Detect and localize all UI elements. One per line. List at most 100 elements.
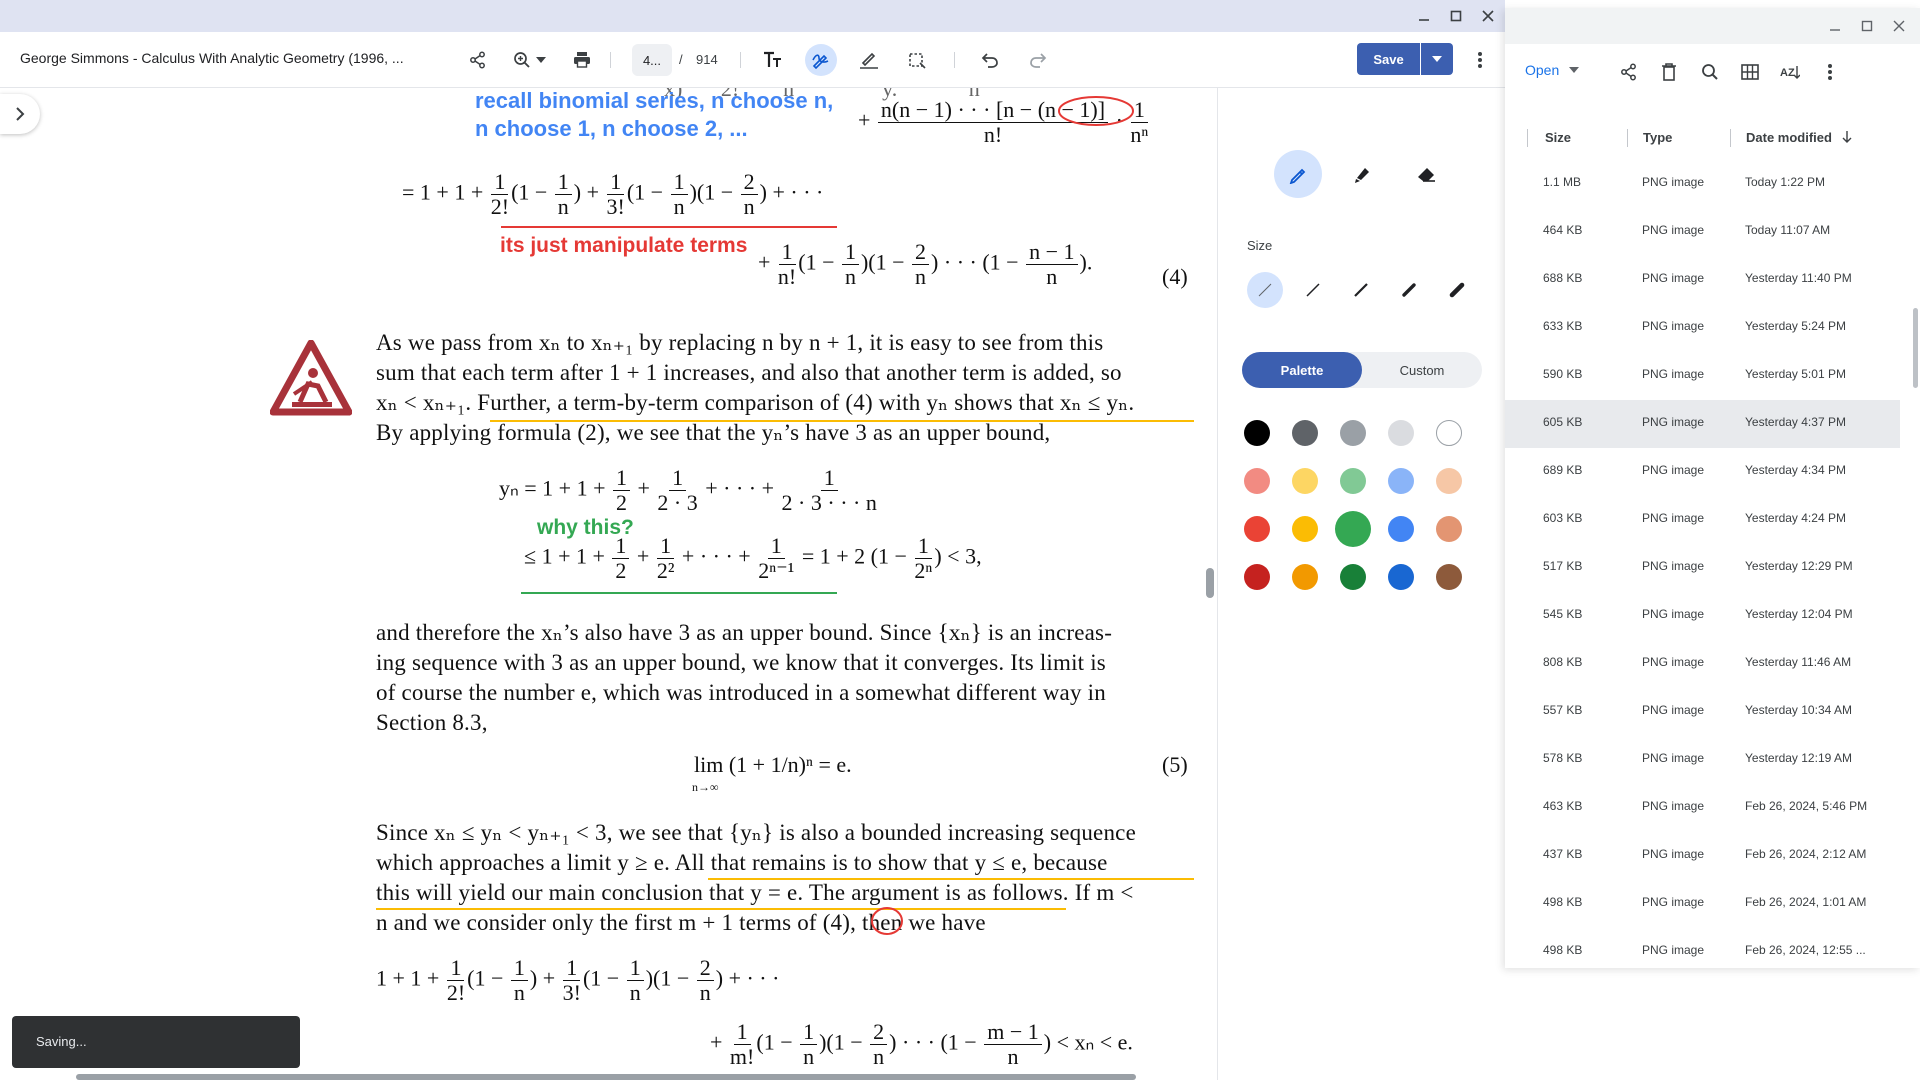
file-size: 464 KB [1543,223,1583,237]
file-type: PNG image [1642,895,1705,909]
save-button[interactable]: Save [1357,43,1420,75]
color-swatch[interactable] [1388,516,1414,542]
file-row[interactable]: 545 KB PNG image Yesterday 12:04 PM [1505,592,1900,640]
color-swatch[interactable] [1244,420,1270,446]
color-swatch[interactable] [1436,564,1462,590]
eraser-tool[interactable] [1402,150,1450,198]
file-date: Today 1:22 PM [1745,175,1826,189]
file-row[interactable]: 603 KB PNG image Yesterday 4:24 PM [1505,496,1900,544]
file-row[interactable]: 517 KB PNG image Yesterday 12:29 PM [1505,544,1900,592]
horizontal-scrollbar[interactable] [76,1074,1136,1080]
size-option-2[interactable] [1295,272,1331,308]
size-option-1[interactable] [1247,272,1283,308]
file-row[interactable]: 498 KB PNG image Feb 26, 2024, 12:55 ... [1505,928,1900,976]
eraser-icon [1418,168,1435,182]
file-row[interactable]: 557 KB PNG image Yesterday 10:34 AM [1505,688,1900,736]
signature-icon[interactable] [853,44,885,76]
color-swatch[interactable] [1244,468,1270,494]
more-options-icon[interactable] [1816,58,1844,86]
file-type: PNG image [1642,415,1705,429]
save-options-dropdown[interactable] [1421,43,1453,75]
color-swatch[interactable] [1388,564,1414,590]
page-number-input[interactable]: 4... [632,44,672,76]
file-row[interactable]: 808 KB PNG image Yesterday 11:46 AM [1505,640,1900,688]
column-header-date-modified[interactable]: Date modified [1746,130,1852,145]
color-swatch[interactable] [1388,420,1414,446]
close-icon[interactable] [1478,6,1498,26]
equation-number: (5) [1162,752,1188,777]
redo-icon[interactable] [1022,44,1054,76]
file-date: Yesterday 12:29 PM [1745,559,1853,573]
more-options-icon[interactable] [1464,44,1496,76]
red-circle-annotation [1058,96,1134,126]
file-row[interactable]: 437 KB PNG image Feb 26, 2024, 2:12 AM [1505,832,1900,880]
files-scrollbar[interactable] [1913,308,1918,388]
color-swatch[interactable] [1340,420,1366,446]
select-area-icon[interactable] [901,44,933,76]
file-date: Feb 26, 2024, 2:12 AM [1745,847,1867,861]
share-icon[interactable] [1615,58,1643,86]
open-button-label: Open [1525,62,1560,78]
color-swatch[interactable] [1436,468,1462,494]
file-row[interactable]: 590 KB PNG image Yesterday 5:01 PM [1505,352,1900,400]
color-swatch[interactable] [1244,516,1270,542]
undo-icon[interactable] [974,44,1006,76]
color-swatch[interactable] [1244,564,1270,590]
color-swatch[interactable] [1292,420,1318,446]
file-size: 578 KB [1543,751,1583,765]
file-row[interactable]: 633 KB PNG image Yesterday 5:24 PM [1505,304,1900,352]
paragraph-line: ing sequence with 3 as an upper bound, w… [376,650,1106,675]
column-header-size[interactable]: Size [1545,130,1571,145]
search-icon[interactable] [1696,58,1724,86]
pen-tool[interactable] [1274,150,1322,198]
color-swatch[interactable] [1340,468,1366,494]
open-button[interactable]: Open [1525,62,1580,78]
minimize-icon[interactable] [1414,6,1434,26]
size-option-3[interactable] [1343,272,1379,308]
annotate-pen-icon[interactable] [805,44,837,76]
color-swatch[interactable] [1388,468,1414,494]
print-icon[interactable] [566,44,598,76]
file-type: PNG image [1642,655,1705,669]
delete-icon[interactable] [1655,58,1683,86]
size-option-4[interactable] [1391,272,1427,308]
file-date: Yesterday 4:37 PM [1745,415,1846,429]
color-swatch[interactable] [1292,516,1318,542]
highlighter-tool[interactable] [1338,150,1386,198]
file-row[interactable]: 498 KB PNG image Feb 26, 2024, 1:01 AM [1505,880,1900,928]
zoom-dropdown-icon[interactable] [531,44,551,76]
file-type: PNG image [1642,847,1705,861]
maximize-icon[interactable] [1446,6,1466,26]
annotation-note-red: its just manipulate terms [500,234,748,257]
size-label: Size [1247,238,1273,253]
file-row[interactable]: 463 KB PNG image Feb 26, 2024, 5:46 PM [1505,784,1900,832]
column-header-type[interactable]: Type [1643,130,1672,145]
color-swatch[interactable] [1436,420,1462,446]
color-swatch[interactable] [1436,516,1462,542]
color-swatch[interactable] [1292,468,1318,494]
file-row[interactable]: 578 KB PNG image Yesterday 12:19 AM [1505,736,1900,784]
color-swatch[interactable] [1292,564,1318,590]
sidebar-toggle[interactable] [0,94,40,134]
file-size: 557 KB [1543,703,1583,717]
maximize-icon[interactable] [1857,16,1877,36]
close-icon[interactable] [1889,16,1909,36]
palette-tab[interactable]: Palette [1242,352,1362,388]
vertical-scrollbar[interactable] [1206,568,1214,598]
file-row[interactable]: 689 KB PNG image Yesterday 4:34 PM [1505,448,1900,496]
color-swatch[interactable] [1340,564,1366,590]
file-row[interactable]: 464 KB PNG image Today 11:07 AM [1505,208,1900,256]
text-size-icon[interactable] [757,44,789,76]
size-option-5[interactable] [1439,272,1475,308]
grid-view-icon[interactable] [1736,58,1764,86]
sort-az-icon[interactable]: AZ [1776,58,1804,86]
file-row[interactable]: 1.1 MB PNG image Today 1:22 PM [1505,160,1900,208]
color-swatch[interactable] [1335,511,1371,547]
file-row[interactable]: 688 KB PNG image Yesterday 11:40 PM [1505,256,1900,304]
file-row[interactable]: 605 KB PNG image Yesterday 4:37 PM [1505,400,1900,448]
share-icon[interactable] [462,44,494,76]
minimize-icon[interactable] [1825,16,1845,36]
custom-tab[interactable]: Custom [1362,352,1482,388]
document-view[interactable]: x) 2! n y. n recall binomial series, n c… [0,88,1217,1080]
column-divider [1527,129,1528,147]
